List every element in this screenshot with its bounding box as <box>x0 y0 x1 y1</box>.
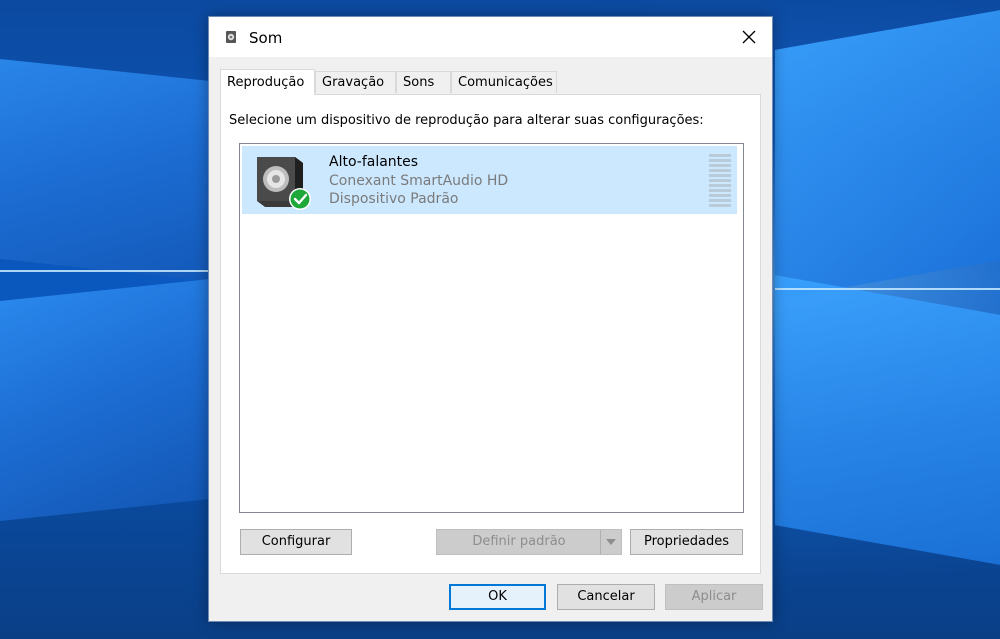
device-name: Alto-falantes <box>329 154 419 170</box>
tab-sounds[interactable]: Sons <box>396 71 451 93</box>
window-title: Som <box>249 29 283 47</box>
close-button[interactable] <box>726 17 772 57</box>
configure-button[interactable]: Configurar <box>240 529 352 555</box>
device-driver: Conexant SmartAudio HD <box>329 173 509 189</box>
set-default-label: Definir padrão <box>472 534 566 549</box>
instruction-text: Selecione um dispositivo de reprodução p… <box>229 113 704 128</box>
wallpaper-light-beam <box>775 288 1000 290</box>
wallpaper-pane <box>0 278 210 522</box>
set-default-dropdown-arrow[interactable] <box>600 530 621 554</box>
close-icon <box>742 30 756 44</box>
tab-communications[interactable]: Comunicações <box>451 71 557 93</box>
speaker-app-icon <box>226 31 236 43</box>
device-list[interactable]: Alto-falantes Conexant SmartAudio HD Dis… <box>239 143 744 513</box>
tab-recording[interactable]: Gravação <box>315 71 396 93</box>
sound-dialog: Som Reprodução Gravação Sons Comunicaçõe… <box>208 16 773 622</box>
set-default-button[interactable]: Definir padrão <box>436 529 622 555</box>
cancel-button[interactable]: Cancelar <box>557 584 655 610</box>
ok-button[interactable]: OK <box>449 584 546 610</box>
playback-panel: Selecione um dispositivo de reprodução p… <box>220 94 761 574</box>
speaker-icon <box>257 157 311 210</box>
device-status: Dispositivo Padrão <box>329 191 459 207</box>
wallpaper-pane <box>775 10 1000 300</box>
default-check-icon <box>289 188 311 210</box>
chevron-down-icon <box>606 539 616 545</box>
volume-level-meter <box>709 154 731 208</box>
tab-playback[interactable]: Reprodução <box>220 69 315 95</box>
wallpaper-pane <box>0 58 210 282</box>
properties-button[interactable]: Propriedades <box>630 529 743 555</box>
wallpaper-pane <box>775 275 1000 565</box>
wallpaper-light-beam <box>0 270 210 272</box>
apply-button[interactable]: Aplicar <box>665 584 763 610</box>
title-bar[interactable]: Som <box>209 17 772 57</box>
device-item-speakers[interactable]: Alto-falantes Conexant SmartAudio HD Dis… <box>242 146 737 214</box>
